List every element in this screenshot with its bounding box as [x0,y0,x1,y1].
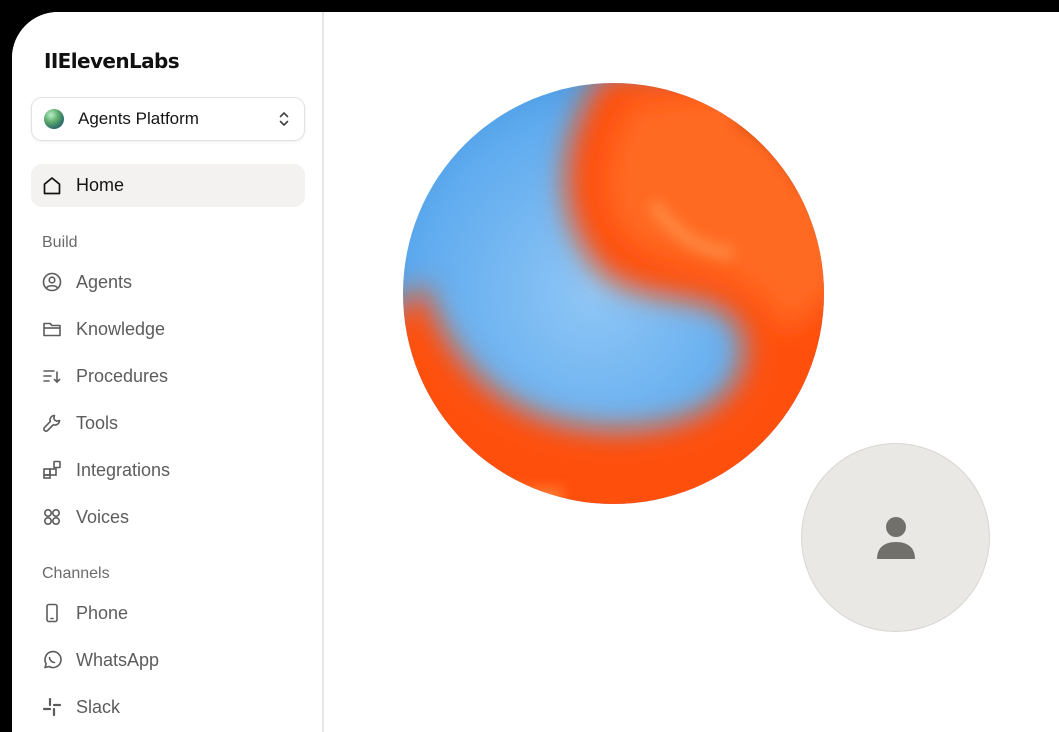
sidebar-item-tools[interactable]: Tools [31,403,305,443]
brand-logo[interactable]: IIElevenLabs [44,49,180,73]
workspace-switcher[interactable]: Agents Platform [31,97,305,141]
sidebar-item-label: WhatsApp [76,649,160,670]
section-title-channels: Channels [42,565,110,582]
sidebar-item-label: Agents [76,271,133,292]
list-sort-icon [43,370,61,384]
sidebar-item-label: Phone [76,602,129,623]
sidebar-item-label: Home [76,175,125,195]
whatsapp-icon [44,650,62,669]
sidebar-item-label: Procedures [76,365,169,386]
sidebar-item-voices[interactable]: Voices [31,497,305,537]
sidebar-item-whatsapp[interactable]: WhatsApp [31,640,305,680]
sidebar-item-label: Slack [76,696,121,717]
main-content [326,12,1059,732]
integrations-icon [43,460,61,479]
sidebar-item-agents[interactable]: Agents [31,262,305,302]
orb-gradient [403,83,824,504]
section-title-build: Build [42,234,78,251]
user-icon [876,516,915,559]
sidebar-item-label: Knowledge [76,318,166,339]
workspace-name: Agents Platform [78,109,199,128]
sidebar-item-knowledge[interactable]: Knowledge [31,309,305,349]
sidebar-item-label: Voices [76,506,130,527]
sidebar-item-label: Integrations [76,459,171,480]
app-window: IIElevenLabs Agents Platform Home Build … [12,12,1059,732]
wrench-icon [43,414,61,432]
slack-icon [42,697,62,717]
workspace-avatar-icon [44,109,64,129]
four-circles-icon [44,509,61,526]
sidebar-item-label: Tools [76,412,119,433]
agent-orb[interactable] [403,83,824,504]
chevron-up-down-icon [279,112,289,126]
home-icon [43,176,61,194]
phone-icon [46,603,58,623]
sidebar: IIElevenLabs Agents Platform Home Build … [12,12,324,732]
folder-icon [43,322,61,337]
sidebar-item-phone[interactable]: Phone [31,593,305,633]
user-avatar-button[interactable] [801,443,990,632]
sidebar-item-slack[interactable]: Slack [31,687,305,727]
sidebar-item-home[interactable]: Home [31,164,305,207]
sidebar-item-procedures[interactable]: Procedures [31,356,305,396]
user-circle-icon [42,272,62,292]
sidebar-item-integrations[interactable]: Integrations [31,450,305,490]
